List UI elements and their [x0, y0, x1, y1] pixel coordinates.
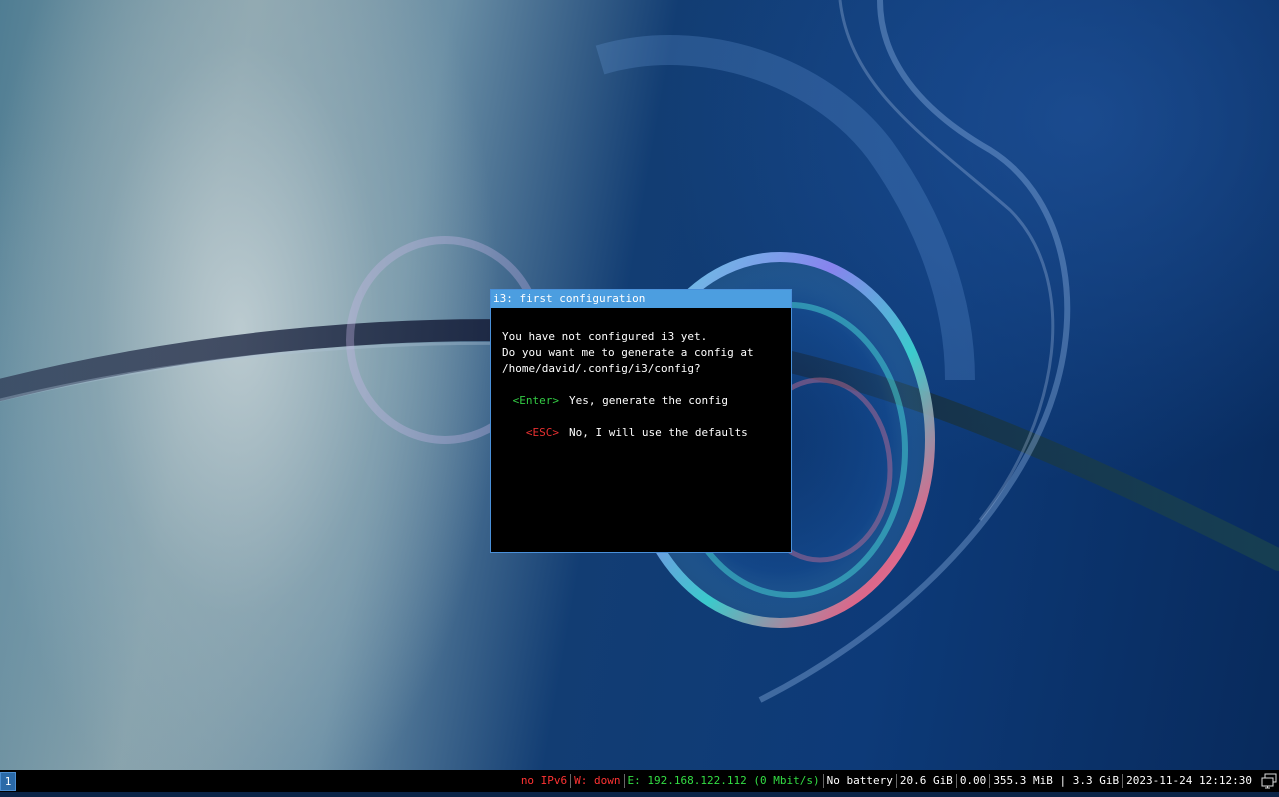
- workspace-button-1[interactable]: 1: [0, 772, 16, 791]
- ethernet-status: E: 192.168.122.112 (0 Mbit/s): [627, 774, 820, 787]
- message-line: You have not configured i3 yet.: [502, 330, 708, 343]
- memory-status: 355.3 MiB | 3.3 GiB: [993, 774, 1120, 787]
- datetime-status: 2023-11-24 12:12:30: [1126, 774, 1252, 787]
- battery-status: No battery: [826, 774, 893, 787]
- status-blocks: no IPv6 W: down E: 192.168.122.112 (0 Mb…: [518, 770, 1255, 792]
- generate-config-label: Yes, generate the config: [569, 394, 728, 407]
- ipv6-status: no IPv6: [520, 774, 568, 787]
- use-defaults-option[interactable]: <ESC> No, I will use the defaults: [502, 425, 791, 441]
- i3-status-bar: 1 no IPv6 W: down E: 192.168.122.112 (0 …: [0, 770, 1279, 792]
- enter-key-label: <Enter>: [512, 394, 559, 407]
- dialog-title: i3: first configuration: [491, 290, 791, 308]
- esc-key-label: <ESC>: [525, 426, 559, 439]
- dialog-body: You have not configured i3 yet. Do you w…: [491, 308, 791, 441]
- message-line: /home/david/.config/i3/config?: [502, 362, 701, 375]
- load-status: 0.00: [959, 774, 987, 787]
- use-defaults-label: No, I will use the defaults: [569, 426, 748, 439]
- network-tray-icon[interactable]: [1261, 773, 1277, 789]
- first-configuration-dialog: i3: first configuration You have not con…: [490, 289, 792, 553]
- message-line: Do you want me to generate a config at: [502, 346, 754, 359]
- wireless-status: W: down: [574, 774, 621, 787]
- disk-status: 20.6 GiB: [899, 774, 953, 787]
- generate-config-option[interactable]: <Enter> Yes, generate the config: [502, 393, 791, 409]
